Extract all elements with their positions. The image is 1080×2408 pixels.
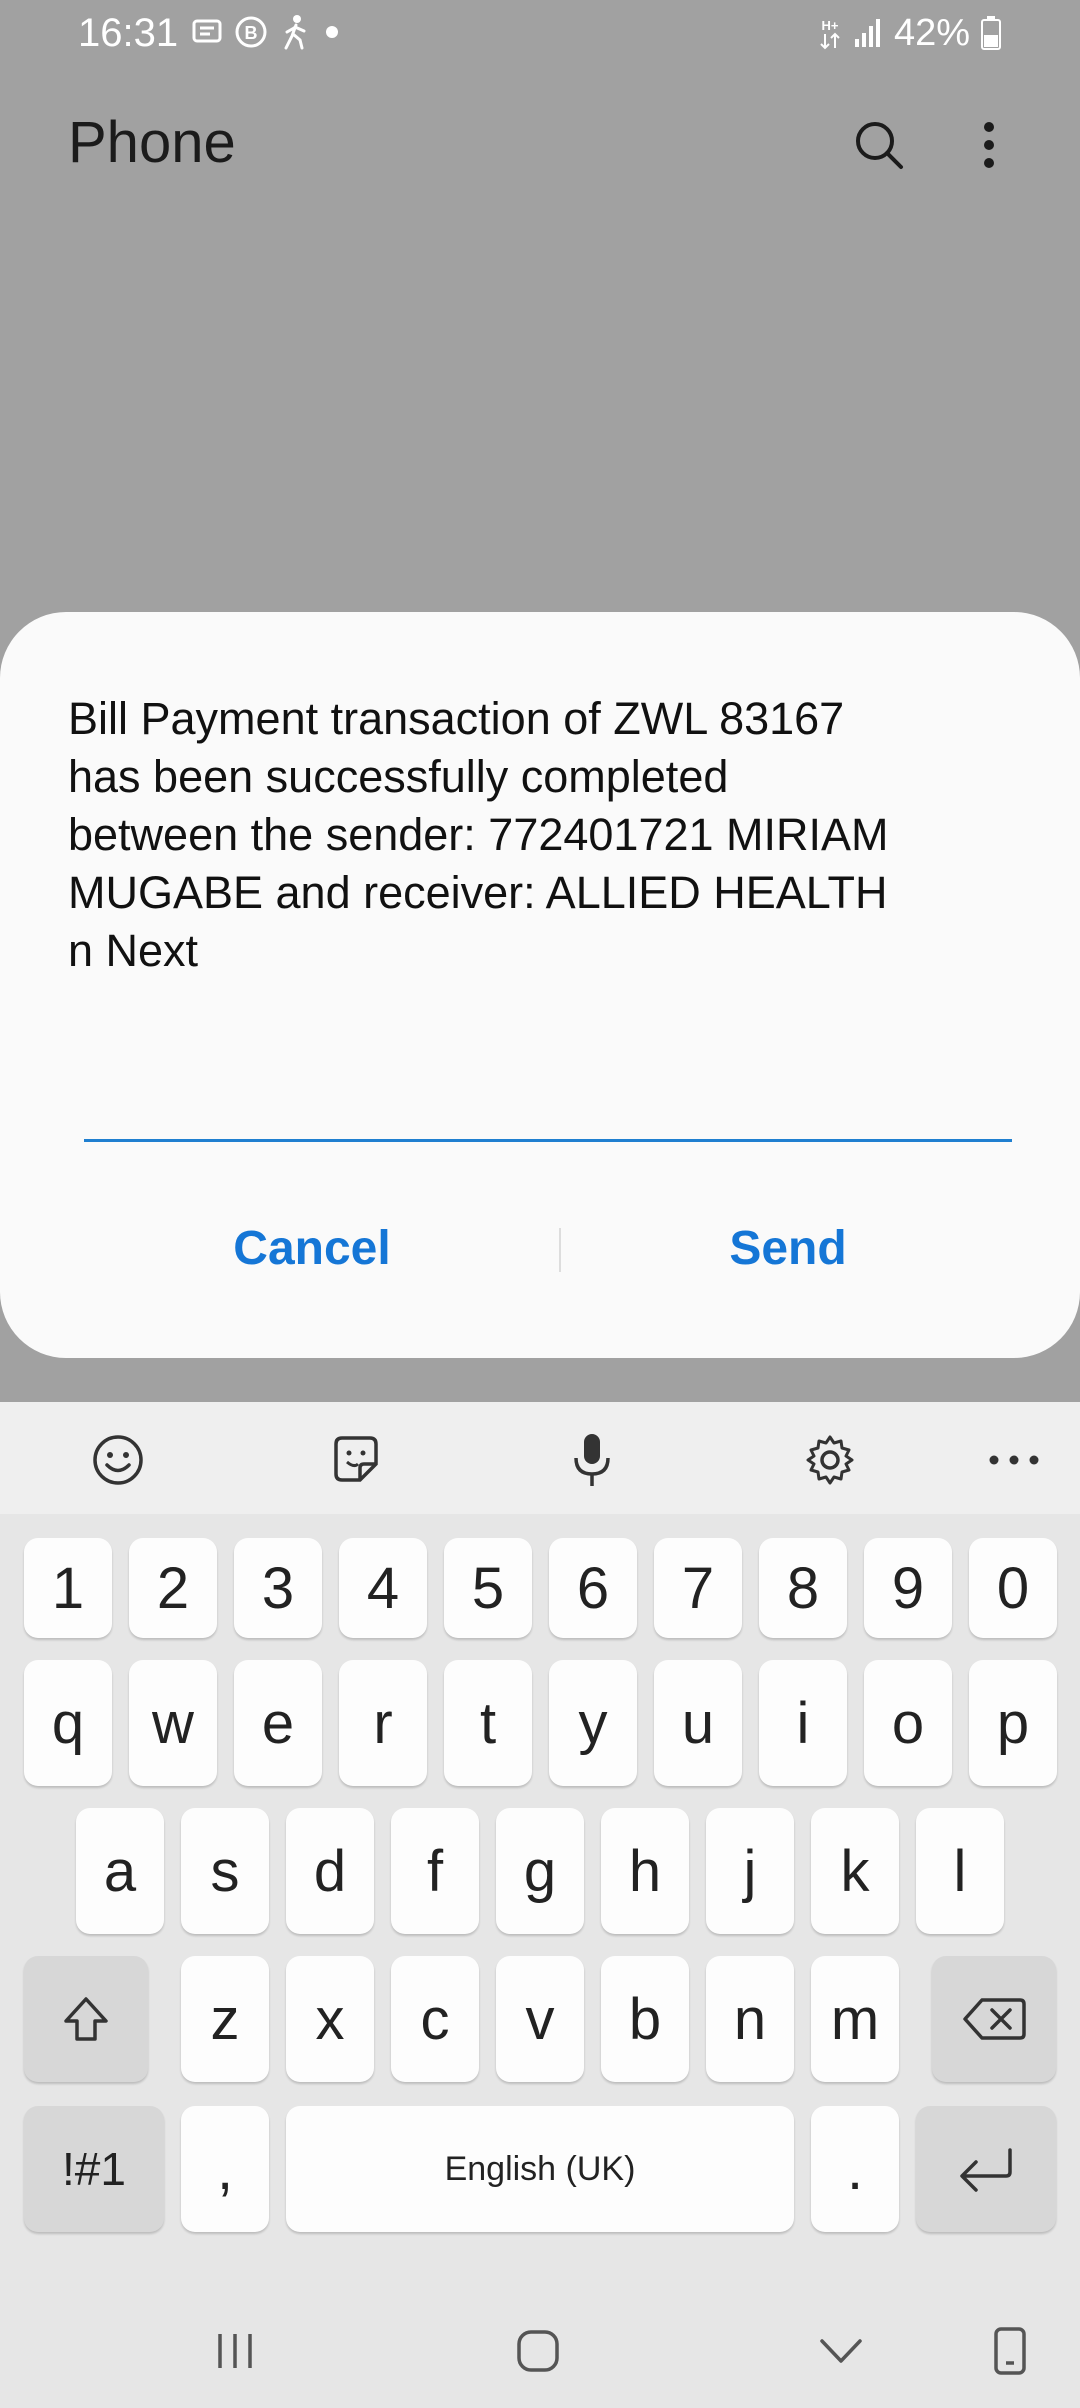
shift-icon [64,1997,108,2041]
key-h[interactable]: h [601,1808,689,1934]
keyboard-switch-icon[interactable] [975,2316,1045,2386]
key-j[interactable]: j [706,1808,794,1934]
key-v[interactable]: v [496,1956,584,2082]
dot-icon [326,26,338,38]
key-1[interactable]: 1 [24,1538,112,1638]
key-e[interactable]: e [234,1660,322,1786]
recents-icon[interactable] [200,2316,270,2386]
key-p[interactable]: p [969,1660,1057,1786]
key-9[interactable]: 9 [864,1538,952,1638]
key-u[interactable]: u [654,1660,742,1786]
status-icons-left: B [192,14,342,50]
signal-icon [854,19,880,47]
b-circle-icon: B [235,16,267,48]
key-s[interactable]: s [181,1808,269,1934]
dialog-message: Bill Payment transaction of ZWL 83167 ha… [68,693,889,976]
key-2[interactable]: 2 [129,1538,217,1638]
status-bar: 16:31 B H+ 42% [0,0,1080,66]
data-arrows-icon: H+ [820,18,840,50]
key-c[interactable]: c [391,1956,479,2082]
microphone-icon[interactable] [560,1428,624,1492]
comma-key[interactable]: , [181,2106,269,2232]
key-b[interactable]: b [601,1956,689,2082]
key-f[interactable]: f [391,1808,479,1934]
key-r[interactable]: r [339,1660,427,1786]
sticker-icon[interactable] [324,1428,388,1492]
shift-key[interactable] [24,1956,148,2082]
keyboard: 1 2 3 4 5 6 7 8 9 0 q w e r t y u i o p … [0,1402,1080,2408]
keyboard-toolbar [0,1402,1080,1514]
svg-text:B: B [245,23,258,43]
symbols-key[interactable]: !#1 [24,2106,164,2232]
hide-keyboard-icon[interactable] [806,2316,876,2386]
more-vert-icon[interactable] [954,110,1024,180]
key-4[interactable]: 4 [339,1538,427,1638]
svg-text:H+: H+ [821,18,838,33]
key-m[interactable]: m [811,1956,899,2082]
enter-key[interactable] [916,2106,1056,2232]
more-horiz-icon[interactable] [982,1428,1046,1492]
key-0[interactable]: 0 [969,1538,1057,1638]
key-o[interactable]: o [864,1660,952,1786]
period-key[interactable]: . [811,2106,899,2232]
walking-icon [284,15,306,50]
key-g[interactable]: g [496,1808,584,1934]
status-time: 16:31 [78,11,179,55]
home-icon[interactable] [503,2316,573,2386]
backspace-icon [963,1998,1026,2040]
key-5[interactable]: 5 [444,1538,532,1638]
key-l[interactable]: l [916,1808,1004,1934]
status-icons-right: H+ 42% [818,10,1002,56]
key-3[interactable]: 3 [234,1538,322,1638]
key-y[interactable]: y [549,1660,637,1786]
key-q[interactable]: q [24,1660,112,1786]
search-icon[interactable] [844,110,914,180]
key-x[interactable]: x [286,1956,374,2082]
message-icon [192,19,222,43]
key-k[interactable]: k [811,1808,899,1934]
cancel-button[interactable]: Cancel [112,1208,512,1288]
enter-icon [960,2148,1012,2192]
key-t[interactable]: t [444,1660,532,1786]
send-button[interactable]: Send [588,1208,988,1288]
reply-input[interactable] [84,1082,1012,1142]
key-n[interactable]: n [706,1956,794,2082]
key-i[interactable]: i [759,1660,847,1786]
key-6[interactable]: 6 [549,1538,637,1638]
battery-icon [981,16,1001,50]
key-d[interactable]: d [286,1808,374,1934]
emoji-icon[interactable] [86,1428,150,1492]
key-w[interactable]: w [129,1660,217,1786]
battery-percent: 42% [893,12,970,54]
app-title: Phone [68,110,236,175]
button-divider [559,1228,561,1272]
key-8[interactable]: 8 [759,1538,847,1638]
ussd-dialog: Bill Payment transaction of ZWL 83167 ha… [0,612,1080,1358]
navigation-bar [0,2290,1080,2408]
key-z[interactable]: z [181,1956,269,2082]
settings-icon[interactable] [798,1428,862,1492]
key-7[interactable]: 7 [654,1538,742,1638]
space-key[interactable]: English (UK) [286,2106,794,2232]
backspace-key[interactable] [932,1956,1056,2082]
key-a[interactable]: a [76,1808,164,1934]
